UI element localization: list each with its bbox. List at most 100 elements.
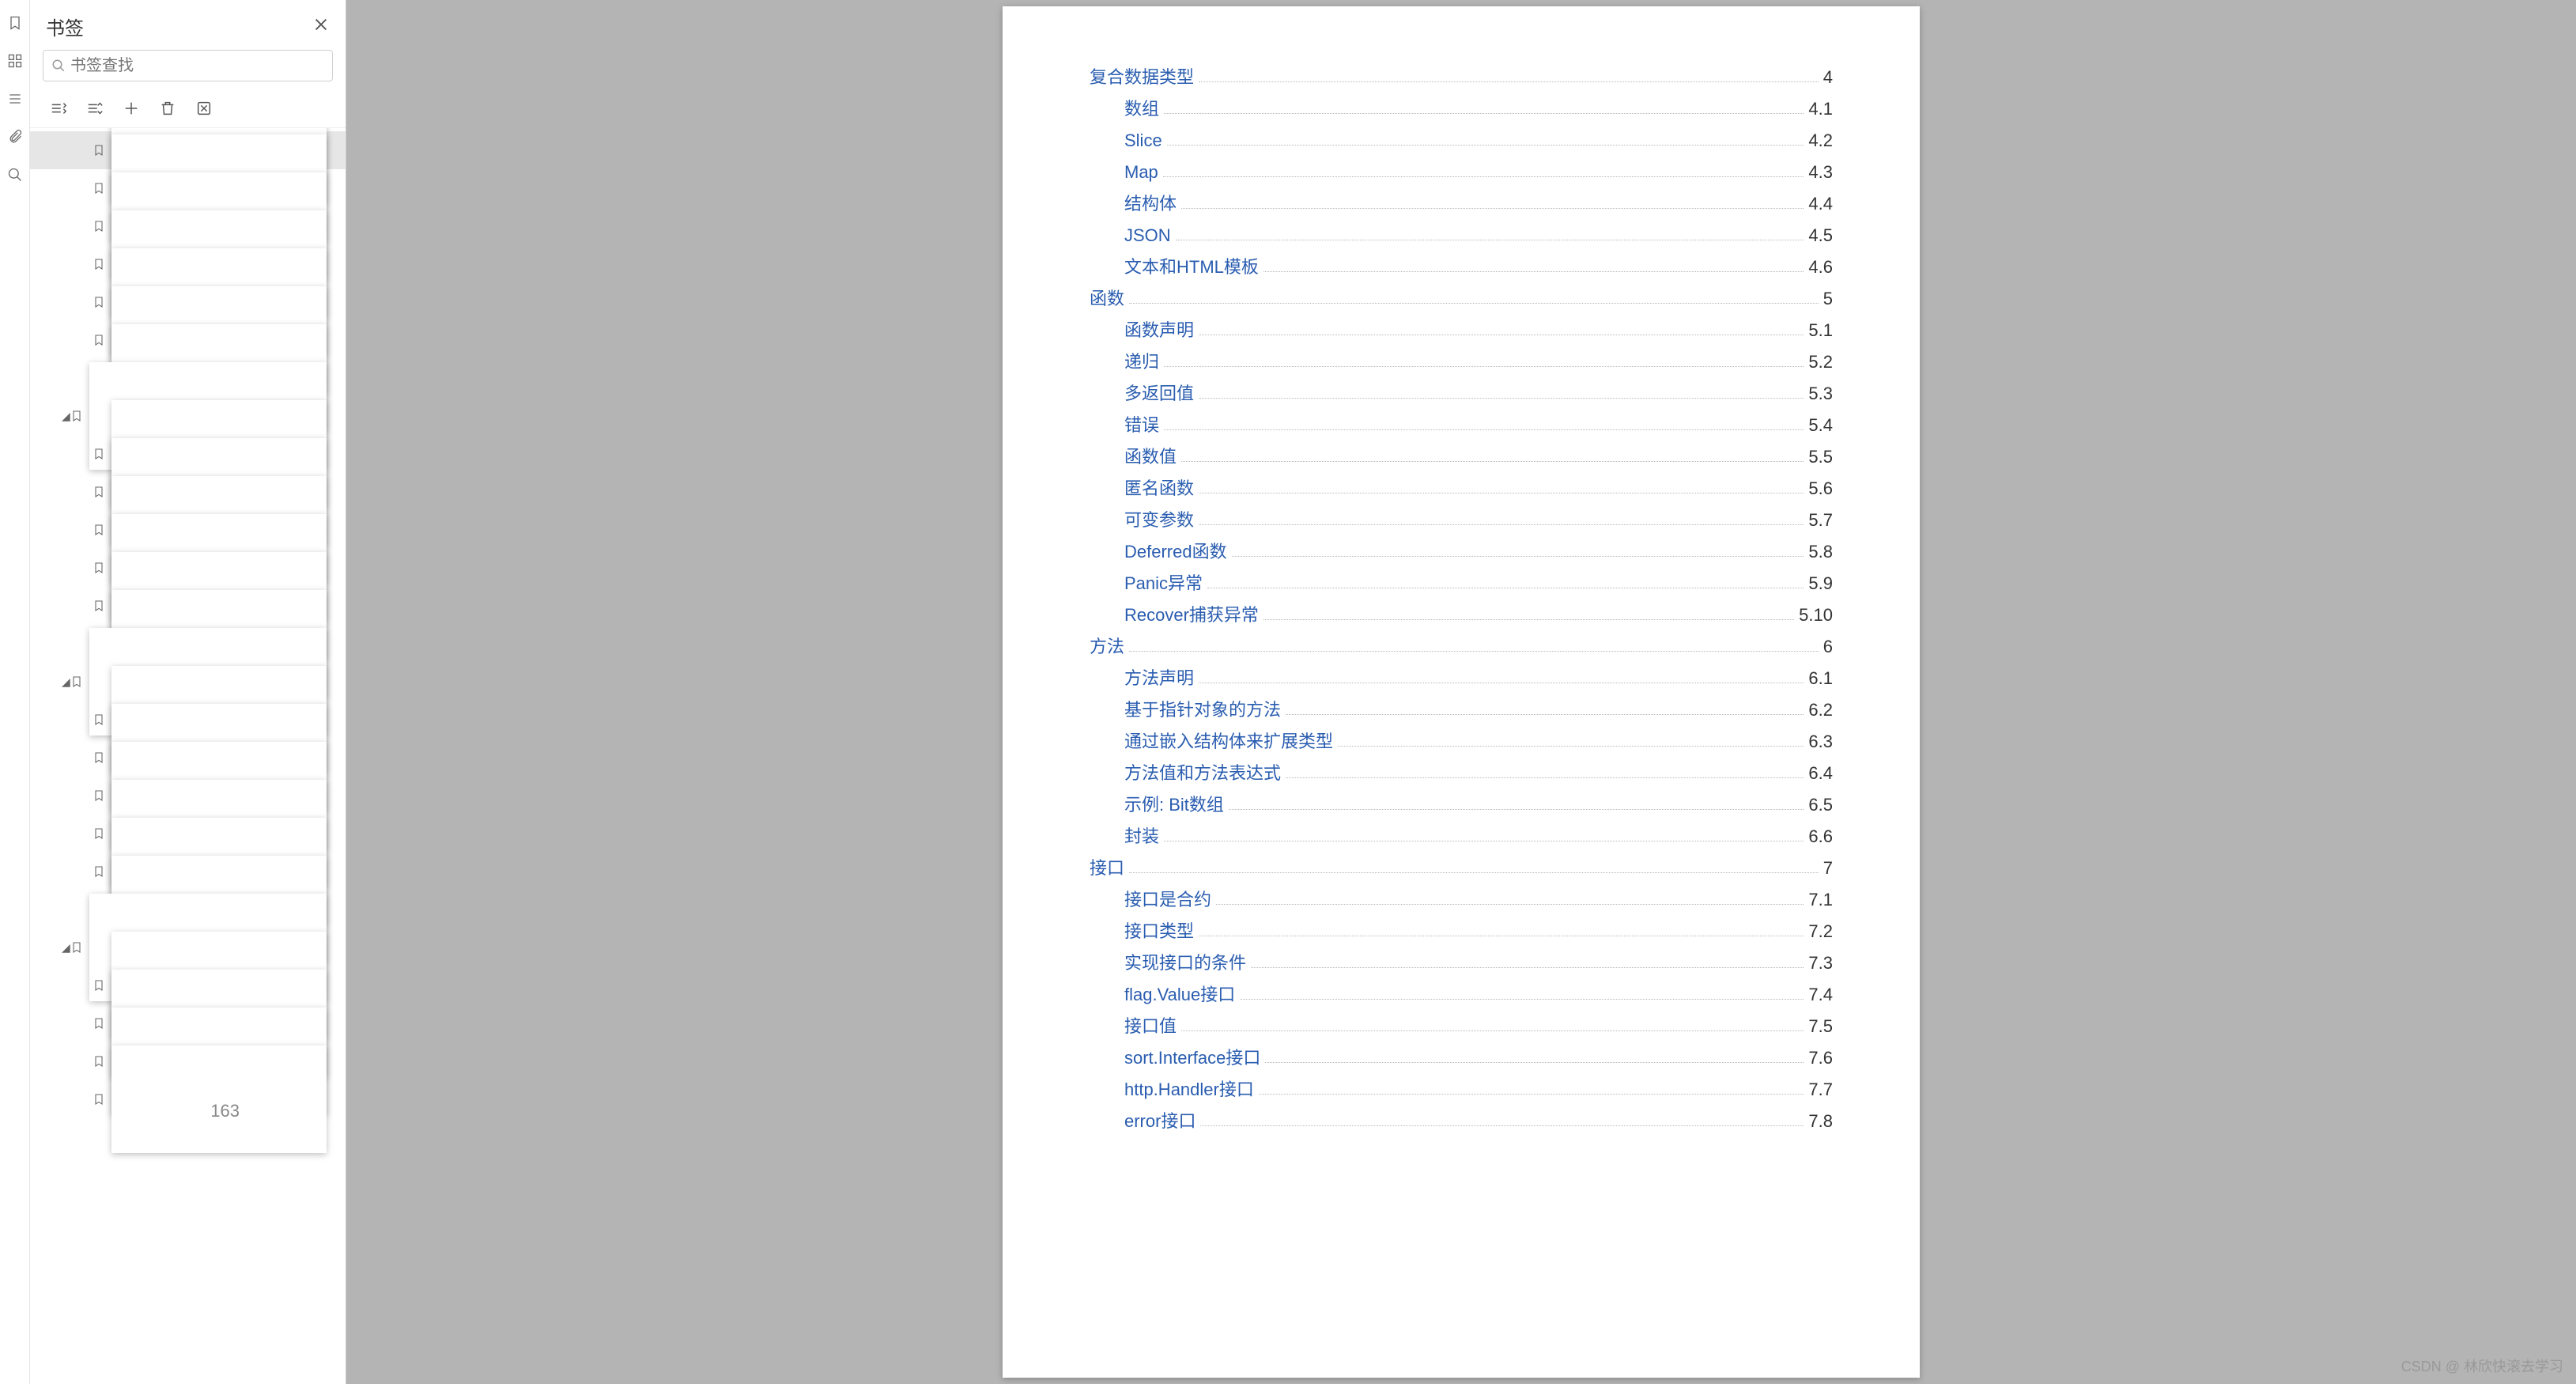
delete-icon[interactable] [158, 99, 177, 118]
attach-icon[interactable] [6, 128, 24, 146]
toc-dots [1181, 1030, 1804, 1031]
search-input-wrap[interactable] [43, 50, 333, 81]
toc-number: 6.4 [1808, 758, 1833, 789]
toc-link[interactable]: 函数值 [1124, 441, 1177, 473]
toc-row: Slice 4.2 [1090, 125, 1833, 157]
toc-link[interactable]: 接口类型 [1124, 916, 1194, 947]
toc-number: 7.4 [1808, 979, 1833, 1011]
bookmark-icon [93, 1093, 105, 1106]
toc-row: 匿名函数5.6 [1090, 473, 1833, 505]
toc-number: 5.5 [1808, 441, 1833, 473]
toc-link[interactable]: 函数 [1090, 283, 1124, 315]
toc-link[interactable]: 复合数据类型 [1090, 62, 1194, 93]
toc-link[interactable]: Panic异常 [1124, 568, 1203, 599]
bookmark-icon [70, 941, 83, 954]
chevron-down-icon[interactable]: ◢ [62, 410, 70, 423]
toc-link[interactable]: JSON [1124, 220, 1171, 251]
toc-number: 5.3 [1808, 378, 1833, 410]
search-input[interactable] [70, 57, 324, 75]
bookmark-item[interactable]: 错误163 [30, 1080, 346, 1118]
toc-number: 7.5 [1808, 1011, 1833, 1042]
toc-link[interactable]: http.Handler接口 [1124, 1074, 1254, 1106]
toc-number: 7 [1823, 853, 1833, 884]
toc-link[interactable]: 结构体 [1124, 188, 1177, 220]
toc-link[interactable]: 封装 [1124, 821, 1159, 853]
grid-icon[interactable] [6, 52, 24, 70]
toc-number: 7.1 [1808, 884, 1833, 916]
bookmarks-sidebar: 书签 命名40声明42变量44赋值52类型56包和文件59作用域65◢基础数据类… [30, 0, 346, 1384]
toc-row: 数组4.1 [1090, 93, 1833, 125]
toc-link[interactable]: Slice [1124, 125, 1162, 157]
toc-link[interactable]: 函数声明 [1124, 315, 1194, 346]
list-icon[interactable] [6, 90, 24, 108]
toc-number: 4.2 [1808, 125, 1833, 157]
document-viewer[interactable]: 复合数据类型4数组4.1Slice 4.2Map4.3结构体4.4JSON 4.5 文… [346, 0, 2576, 1384]
toc-dots [1164, 113, 1804, 114]
toc-link[interactable]: 接口值 [1124, 1011, 1177, 1042]
toc-number: 7.6 [1808, 1042, 1833, 1074]
toc-row: JSON 4.5 [1090, 220, 1833, 251]
toc-link[interactable]: 数组 [1124, 93, 1159, 125]
toc-row: 结构体4.4 [1090, 188, 1833, 220]
toc-row: 接口是合约 7.1 [1090, 884, 1833, 916]
toc-dots [1286, 714, 1804, 715]
toc-link[interactable]: 匿名函数 [1124, 473, 1194, 505]
toc-number: 5.8 [1808, 536, 1833, 568]
toc-row: 通过嵌入结构体来扩展类型6.3 [1090, 726, 1833, 758]
toc-row: http.Handler接口7.7 [1090, 1074, 1833, 1106]
toc-link[interactable]: 示例: Bit数组 [1124, 789, 1224, 821]
bookmark-icon [93, 486, 105, 498]
toc-link[interactable]: 可变参数 [1124, 505, 1194, 536]
toc-link[interactable]: 方法 [1090, 631, 1124, 663]
toc-link[interactable]: 基于指针对象的方法 [1124, 694, 1281, 726]
bookmark-icon [93, 448, 105, 460]
toc-dots [1338, 746, 1804, 747]
bookmark-tree[interactable]: 命名40声明42变量44赋值52类型56包和文件59作用域65◢基础数据类型70… [30, 128, 346, 1384]
toc-row: 复合数据类型4 [1090, 62, 1833, 93]
toc-dots [1251, 967, 1804, 968]
toc-link[interactable]: 多返回值 [1124, 378, 1194, 410]
toc-row: 封装6.6 [1090, 821, 1833, 853]
search-icon[interactable] [6, 166, 24, 183]
toc-link[interactable]: 接口是合约 [1124, 884, 1211, 916]
bookmark-icon [93, 524, 105, 536]
toc-row: Map4.3 [1090, 157, 1833, 188]
bookmark-tab-icon[interactable] [6, 14, 24, 32]
chevron-down-icon[interactable]: ◢ [62, 941, 70, 955]
toc-number: 5.2 [1808, 346, 1833, 378]
toc-link[interactable]: Recover捕获异常 [1124, 599, 1259, 631]
toc-number: 4.5 [1808, 220, 1833, 251]
toc-number: 5.10 [1799, 599, 1833, 631]
toc-row: Recover捕获异常 5.10 [1090, 599, 1833, 631]
toc-row: 接口 7 [1090, 853, 1833, 884]
toc-link[interactable]: Deferred函数 [1124, 536, 1227, 568]
toc-link[interactable]: sort.Interface接口 [1124, 1042, 1260, 1074]
collapse-all-icon[interactable] [85, 99, 104, 118]
toc-dots [1199, 524, 1804, 525]
toc-dots [1286, 777, 1804, 778]
toc-link[interactable]: flag.Value接口 [1124, 979, 1235, 1011]
toc-link[interactable]: 实现接口的条件 [1124, 947, 1246, 979]
toc-link[interactable]: 递归 [1124, 346, 1159, 378]
toc-link[interactable]: 方法声明 [1124, 663, 1194, 694]
toc-number: 5.7 [1808, 505, 1833, 536]
toc-link[interactable]: 接口 [1090, 853, 1124, 884]
toc-link[interactable]: Map [1124, 157, 1158, 188]
toc-dots [1199, 81, 1819, 82]
close-icon[interactable] [312, 16, 330, 37]
chevron-down-icon[interactable]: ◢ [62, 675, 70, 689]
bookmark-icon [93, 562, 105, 574]
bookmark-icon [93, 1017, 105, 1030]
clear-icon[interactable] [195, 99, 213, 118]
toc-link[interactable]: 方法值和方法表达式 [1124, 758, 1281, 789]
bookmark-icon [93, 258, 105, 270]
toc-link[interactable]: error接口 [1124, 1106, 1195, 1137]
toc-link[interactable]: 通过嵌入结构体来扩展类型 [1124, 726, 1333, 758]
toc-number: 6 [1823, 631, 1833, 663]
expand-all-icon[interactable] [49, 99, 68, 118]
bookmark-icon [93, 599, 105, 612]
add-bookmark-icon[interactable] [122, 99, 141, 118]
toc-link[interactable]: 错误 [1124, 410, 1159, 441]
toc-link[interactable]: 文本和HTML模板 [1124, 251, 1259, 283]
toc-row: Panic异常5.9 [1090, 568, 1833, 599]
